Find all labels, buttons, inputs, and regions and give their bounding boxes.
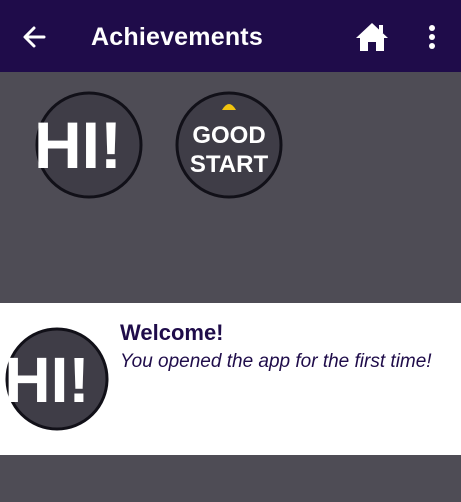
arrow-left-icon (23, 26, 46, 48)
good-start-line1: GOOD (192, 122, 265, 149)
more-options-button[interactable] (419, 20, 445, 54)
detail-badge: HI! (5, 327, 109, 431)
hi-badge-text: HI! (34, 108, 122, 182)
hi-badge[interactable]: HI! (34, 90, 144, 200)
good-start-badge[interactable]: GOOD START (174, 90, 284, 200)
footer-area (0, 455, 461, 502)
achievement-title: Welcome! (120, 320, 224, 345)
detail-badge-text: HI! (5, 344, 90, 416)
achievement-description: You opened the app for the first time! (120, 351, 432, 372)
more-vertical-icon (429, 25, 435, 49)
home-icon (356, 23, 388, 51)
app-bar: Achievements (0, 0, 461, 72)
back-button[interactable] (18, 20, 52, 54)
page-title: Achievements (91, 23, 263, 51)
good-start-line2: START (190, 151, 269, 178)
home-button[interactable] (353, 18, 391, 56)
